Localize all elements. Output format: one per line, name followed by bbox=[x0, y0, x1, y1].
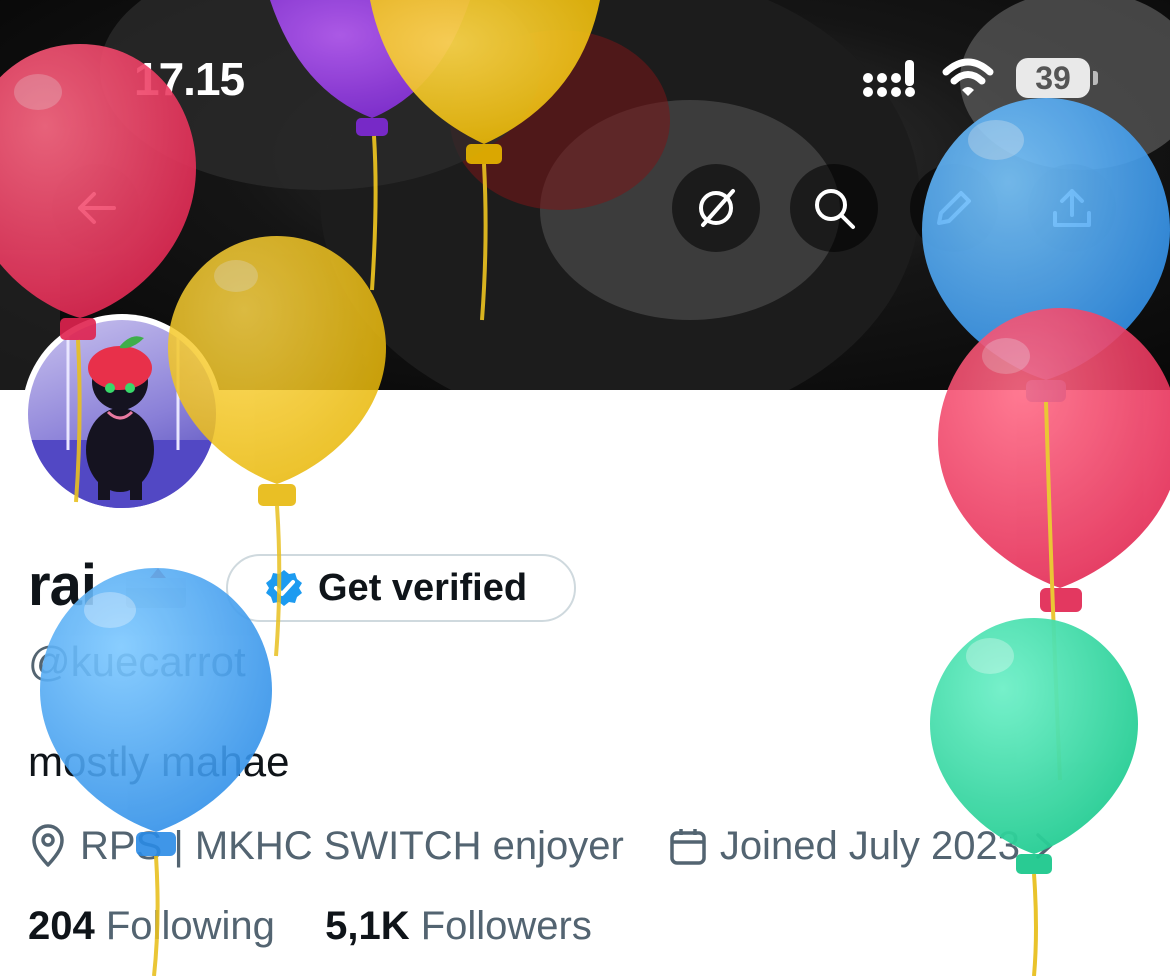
search-icon bbox=[815, 189, 855, 229]
cake-emoji-icon bbox=[126, 568, 186, 608]
wifi-icon bbox=[942, 58, 994, 96]
back-button[interactable] bbox=[52, 164, 140, 252]
grok-button[interactable] bbox=[672, 164, 760, 252]
chevron-right-icon[interactable] bbox=[1030, 829, 1060, 863]
search-button[interactable] bbox=[790, 164, 878, 252]
profile-joined: Joined July 2023 bbox=[719, 823, 1021, 868]
profile-name: rai bbox=[28, 553, 97, 618]
share-icon bbox=[1053, 189, 1091, 227]
following-count: 204 bbox=[28, 904, 95, 948]
profile-bio: mostly mahae bbox=[28, 738, 290, 785]
get-verified-label: Get verified bbox=[318, 566, 528, 609]
status-time: 17.15 bbox=[134, 53, 245, 105]
arrow-left-icon bbox=[78, 192, 116, 224]
cat-avatar-icon bbox=[28, 320, 216, 508]
pencil-icon bbox=[937, 191, 971, 225]
following-label: Following bbox=[105, 904, 275, 948]
battery-icon: 39 bbox=[1016, 58, 1098, 98]
calendar-icon bbox=[668, 826, 708, 866]
edit-button[interactable] bbox=[910, 164, 998, 252]
profile-stats: 204 Following 5,1K Followers bbox=[28, 904, 592, 949]
status-icons: 39 bbox=[862, 52, 1098, 104]
followers-link[interactable]: 5,1K Followers bbox=[325, 904, 592, 948]
following-link[interactable]: 204 Following bbox=[28, 904, 275, 948]
get-verified-button[interactable]: Get verified bbox=[226, 554, 576, 622]
location-pin-icon bbox=[28, 824, 68, 868]
balloon-green-right bbox=[930, 618, 1138, 976]
battery-level: 39 bbox=[1035, 59, 1071, 96]
followers-label: Followers bbox=[420, 904, 592, 948]
grok-slash-icon bbox=[699, 189, 735, 227]
profile-handle: @kuecarrot bbox=[28, 638, 246, 685]
avatar-image bbox=[28, 320, 216, 508]
cellular-signal-icon bbox=[863, 60, 915, 97]
verified-badge-icon bbox=[266, 570, 302, 606]
profile-avatar[interactable] bbox=[22, 314, 222, 514]
share-button[interactable] bbox=[1028, 164, 1116, 252]
followers-count: 5,1K bbox=[325, 904, 410, 948]
profile-location: RPS | MKHC SWITCH enjoyer bbox=[80, 823, 624, 868]
profile-meta: RPS | MKHC SWITCH enjoyer Joined July 20… bbox=[28, 820, 1060, 872]
